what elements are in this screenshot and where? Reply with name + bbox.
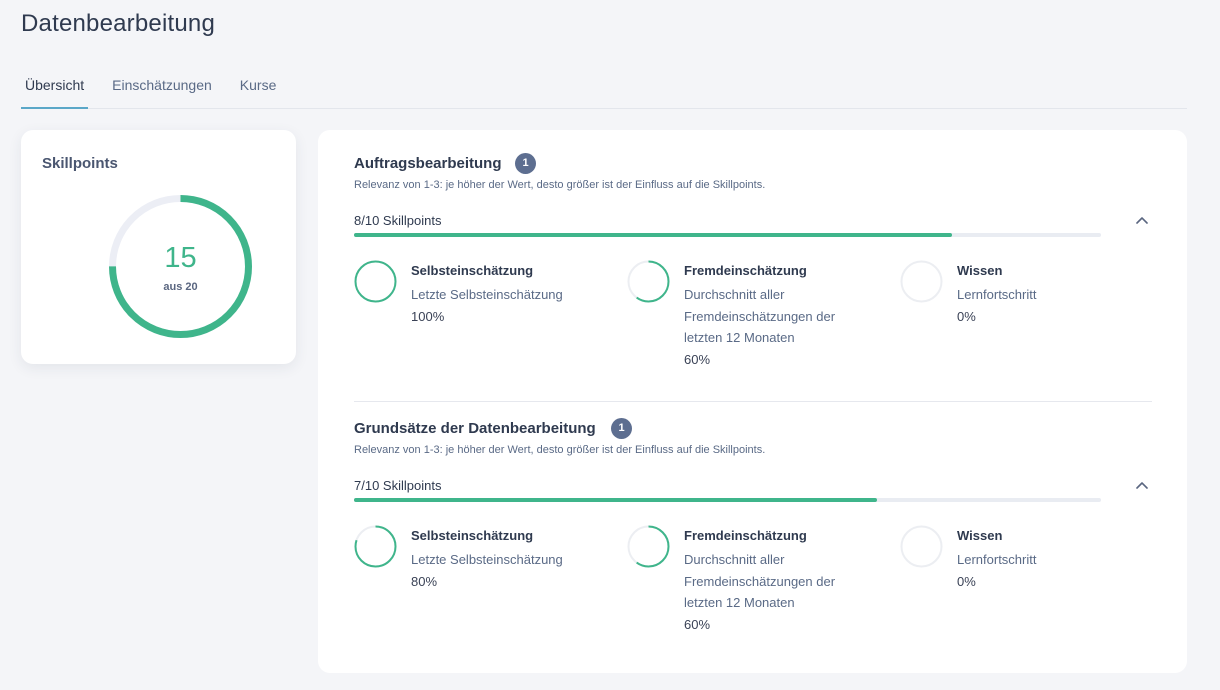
page-title: Datenbearbeitung — [21, 10, 216, 37]
section-title: Auftragsbearbeitung — [354, 155, 502, 172]
skillpoints-value: 15 — [164, 242, 197, 274]
skill-progress-fill — [354, 498, 877, 502]
metric-description: Durchschnitt aller Fremdeinschätzungen d… — [684, 284, 859, 370]
metric-desc-text: Durchschnitt aller Fremdeinschätzungen d… — [684, 552, 836, 610]
metric-title: Fremdeinschätzung — [684, 263, 807, 278]
skill-progress-fill — [354, 233, 952, 237]
metric-desc-text: Lernfortschritt — [957, 287, 1037, 302]
chevron-up-icon[interactable] — [1132, 211, 1152, 231]
metric-ring — [354, 525, 397, 568]
metric-description: Lernfortschritt 0% — [957, 284, 1132, 327]
metric-desc-text: Letzte Selbsteinschätzung — [411, 552, 563, 567]
skillpoints-label: 8/10 Skillpoints — [354, 213, 442, 228]
section-divider — [354, 401, 1152, 402]
tab-bar: Übersicht Einschätzungen Kurse — [21, 66, 1187, 109]
metric-value: 0% — [957, 573, 976, 589]
metric-ring — [627, 525, 670, 568]
section-title: Grundsätze der Datenbearbeitung — [354, 420, 596, 437]
metric-ring — [900, 525, 943, 568]
skillpoints-total: aus 20 — [163, 281, 198, 293]
section-description: Relevanz von 1-3: je höher der Wert, des… — [354, 179, 766, 191]
metric-title: Wissen — [957, 528, 1003, 543]
metric-desc-text: Durchschnitt aller Fremdeinschätzungen d… — [684, 287, 836, 345]
metric-ring-track — [900, 525, 943, 568]
section-description: Relevanz von 1-3: je höher der Wert, des… — [354, 444, 766, 456]
tab-uebersicht[interactable]: Übersicht — [21, 66, 89, 109]
relevance-badge: 1 — [515, 153, 536, 174]
metric-description: Letzte Selbsteinschätzung 100% — [411, 284, 586, 327]
tab-kurse[interactable]: Kurse — [236, 66, 281, 109]
metric-title: Selbsteinschätzung — [411, 263, 534, 278]
metric-value: 0% — [957, 308, 976, 324]
metric-description: Letzte Selbsteinschätzung 80% — [411, 549, 586, 592]
metric-value: 60% — [684, 616, 711, 632]
metric-description: Lernfortschritt 0% — [957, 549, 1132, 592]
metric-desc-text: Lernfortschritt — [957, 552, 1037, 567]
metric-ring — [900, 260, 943, 303]
relevance-badge: 1 — [611, 418, 632, 439]
tab-einschaetzungen[interactable]: Einschätzungen — [108, 66, 216, 109]
chevron-up-icon[interactable] — [1132, 476, 1152, 496]
skill-progress-bar — [354, 233, 1101, 237]
metric-value: 100% — [411, 308, 445, 324]
metric-title: Selbsteinschätzung — [411, 528, 534, 543]
metric-desc-text: Letzte Selbsteinschätzung — [411, 287, 563, 302]
metric-ring-fill — [354, 260, 397, 303]
metric-ring — [354, 260, 397, 303]
skillpoints-card: Skillpoints 15 aus 20 — [21, 130, 296, 364]
metric-description: Durchschnitt aller Fremdeinschätzungen d… — [684, 549, 859, 635]
skillpoints-title: Skillpoints — [42, 155, 118, 172]
skillpoints-label: 7/10 Skillpoints — [354, 478, 442, 493]
metric-value: 60% — [684, 351, 711, 367]
metric-value: 80% — [411, 573, 438, 589]
metric-ring — [627, 260, 670, 303]
metric-title: Wissen — [957, 263, 1003, 278]
skill-progress-bar — [354, 498, 1101, 502]
metric-title: Fremdeinschätzung — [684, 528, 807, 543]
skills-card: Auftragsbearbeitung 1 Relevanz von 1-3: … — [318, 130, 1187, 673]
metric-ring-track — [900, 260, 943, 303]
